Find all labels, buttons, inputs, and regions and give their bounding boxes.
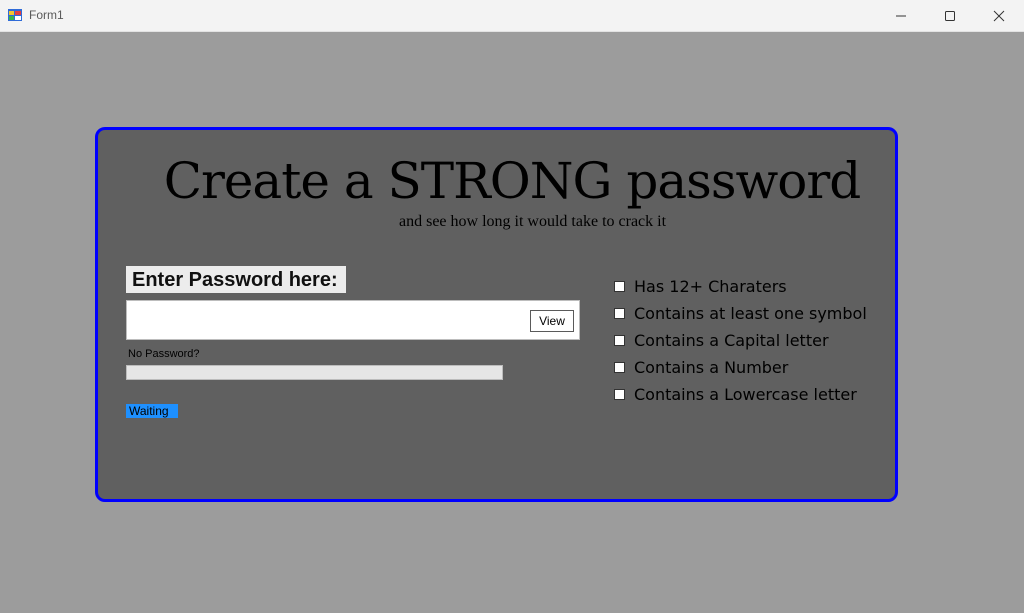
page-title: Create a STRONG password [163, 152, 862, 210]
maximize-icon [945, 10, 955, 21]
page-subtitle: and see how long it would take to crack … [399, 213, 667, 230]
checklist-item-label: Contains at least one symbol [634, 304, 867, 323]
status-label: Waiting [126, 404, 178, 418]
minimize-icon [896, 15, 906, 16]
checklist-item-label: Contains a Capital letter [634, 331, 829, 350]
view-button[interactable]: View [530, 310, 574, 332]
password-input[interactable] [126, 300, 580, 340]
checklist-item-label: Contains a Number [634, 358, 789, 377]
checklist-item-label: Contains a Lowercase letter [634, 385, 857, 404]
strength-hint: No Password? [128, 348, 200, 360]
checkbox[interactable] [614, 281, 625, 292]
close-button[interactable] [976, 0, 1022, 31]
checklist-item[interactable]: Contains at least one symbol [614, 300, 867, 327]
maximize-button[interactable] [927, 0, 973, 31]
checkbox[interactable] [614, 335, 625, 346]
checkbox[interactable] [614, 362, 625, 373]
checkbox[interactable] [614, 389, 625, 400]
app-icon [8, 9, 22, 21]
checklist-item[interactable]: Has 12+ Charaters [614, 273, 867, 300]
title-bar: Form1 [0, 0, 1024, 32]
window-title: Form1 [29, 8, 64, 22]
close-icon [993, 10, 1005, 21]
checkbox[interactable] [614, 308, 625, 319]
requirements-checklist: Has 12+ Charaters Contains at least one … [614, 273, 867, 408]
password-label: Enter Password here: [126, 266, 346, 293]
checklist-item-label: Has 12+ Charaters [634, 277, 787, 296]
strength-progress-bar [126, 365, 503, 380]
checklist-item[interactable]: Contains a Lowercase letter [614, 381, 867, 408]
checklist-item[interactable]: Contains a Number [614, 354, 867, 381]
checklist-item[interactable]: Contains a Capital letter [614, 327, 867, 354]
minimize-button[interactable] [878, 0, 924, 31]
